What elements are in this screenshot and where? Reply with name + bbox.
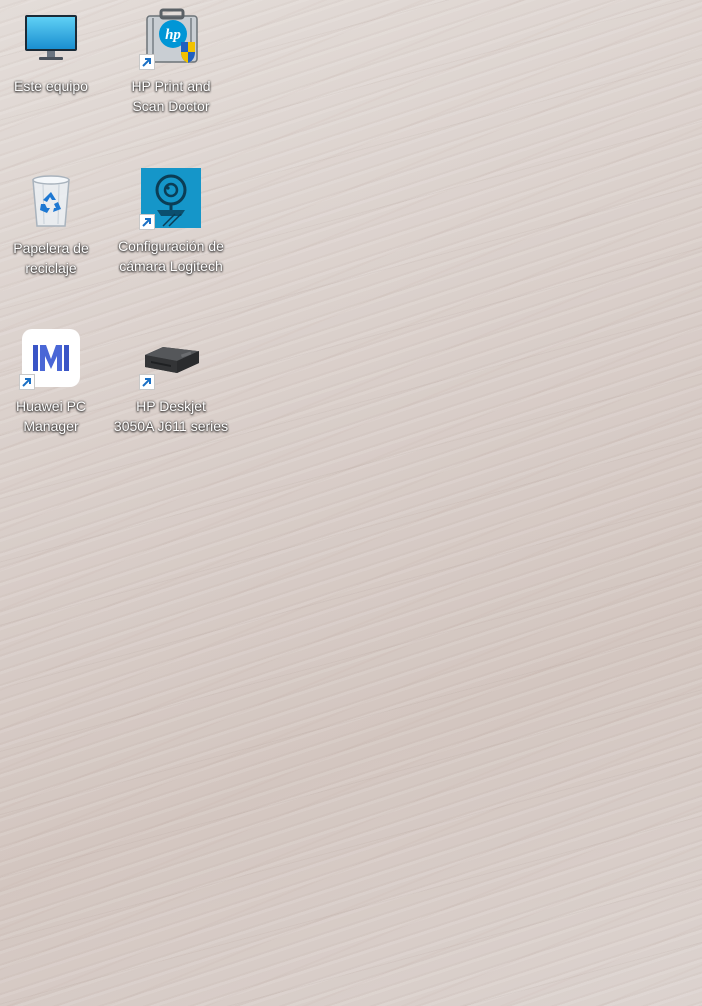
desktop-icon-label: HP Print and Scan Doctor xyxy=(131,78,211,114)
recycle-bin-icon xyxy=(19,168,83,232)
shortcut-arrow-icon xyxy=(139,374,155,390)
desktop-icon-label: Huawei PC Manager xyxy=(15,398,87,434)
desktop-icon-logitech-camera[interactable]: Configuración de cámara Logitech xyxy=(111,166,231,316)
desktop-icon-hp-print-scan-doctor[interactable]: hp HP Print and Scan Doctor xyxy=(111,6,231,156)
shortcut-arrow-icon xyxy=(139,54,155,70)
hp-toolbox-icon: hp xyxy=(139,6,203,70)
shortcut-arrow-icon xyxy=(19,374,35,390)
desktop[interactable]: Este equipo hp HP Print and Scan Doctor xyxy=(0,0,702,1006)
desktop-icon-label: Este equipo xyxy=(14,78,88,94)
monitor-icon xyxy=(19,6,83,70)
desktop-icon-label: Configuración de cámara Logitech xyxy=(118,238,224,274)
svg-text:hp: hp xyxy=(165,27,181,43)
shortcut-arrow-icon xyxy=(139,214,155,230)
printer-icon xyxy=(139,326,203,390)
huawei-pc-manager-icon xyxy=(19,326,83,390)
desktop-icon-label: Papelera de reciclaje xyxy=(13,240,89,276)
desktop-icon-label: HP Deskjet 3050A J611 series xyxy=(113,398,229,434)
desktop-icon-recycle-bin[interactable]: Papelera de reciclaje xyxy=(0,168,111,318)
desktop-icon-this-pc[interactable]: Este equipo xyxy=(0,6,111,156)
desktop-icon-hp-deskjet[interactable]: HP Deskjet 3050A J611 series xyxy=(111,326,231,476)
logitech-camera-icon xyxy=(139,166,203,230)
desktop-icon-huawei-pc-manager[interactable]: Huawei PC Manager xyxy=(0,326,111,476)
